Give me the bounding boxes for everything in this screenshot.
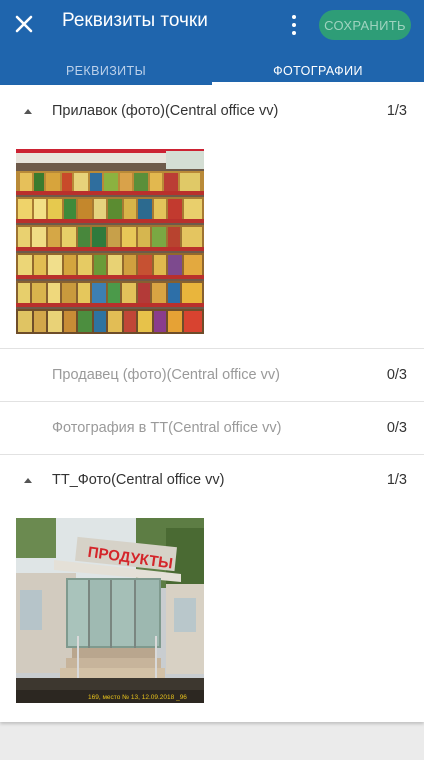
section-photo-count: 1/3 — [386, 103, 407, 119]
photo-timestamp: 169, место № 13, 12.09.2018 _96 — [88, 694, 187, 701]
store-shelves-photo[interactable] — [16, 149, 204, 334]
close-icon — [15, 15, 33, 33]
section-photo-count: 1/3 — [386, 472, 407, 488]
section-title: Продавец (фото)(Central office vv) — [52, 367, 280, 383]
section-title: Фотография в ТТ(Central office vv) — [52, 420, 282, 436]
page-title: Реквизиты точки — [62, 10, 208, 31]
close-button[interactable] — [10, 10, 38, 38]
collapse-arrow-icon[interactable] — [24, 108, 32, 114]
section-header-store-photo[interactable]: ТТ_Фото(Central office vv) 1/3 — [0, 454, 424, 506]
section-title: ТТ_Фото(Central office vv) — [52, 472, 225, 488]
section-photo-count: 0/3 — [386, 420, 407, 436]
storefront-image: ПРОДУКТЫ 169, место № 13, 12.09.2018 _96 — [16, 518, 204, 703]
store-shelves-image — [16, 149, 204, 334]
section-title: Прилавок (фото)(Central office vv) — [52, 103, 279, 119]
tab-details[interactable]: РЕКВИЗИТЫ — [0, 56, 212, 85]
section-header-photo-in-store[interactable]: Фотография в ТТ(Central office vv) 0/3 — [0, 402, 424, 454]
tab-photos[interactable]: ФОТОГРАФИИ — [212, 56, 424, 85]
photos-card: Прилавок (фото)(Central office vv) 1/3 П… — [0, 85, 424, 722]
more-options-button[interactable] — [284, 12, 304, 38]
save-button[interactable]: СОХРАНИТЬ — [319, 10, 411, 40]
storefront-photo[interactable]: ПРОДУКТЫ 169, место № 13, 12.09.2018 _96 — [16, 518, 204, 703]
app-bar: Реквизиты точки СОХРАНИТЬ РЕКВИЗИТЫ ФОТО… — [0, 0, 424, 85]
section-header-counter[interactable]: Прилавок (фото)(Central office vv) 1/3 — [0, 85, 424, 137]
section-header-seller[interactable]: Продавец (фото)(Central office vv) 0/3 — [0, 349, 424, 401]
section-photo-count: 0/3 — [386, 367, 407, 383]
collapse-arrow-icon[interactable] — [24, 477, 32, 483]
more-vert-icon — [292, 15, 296, 19]
